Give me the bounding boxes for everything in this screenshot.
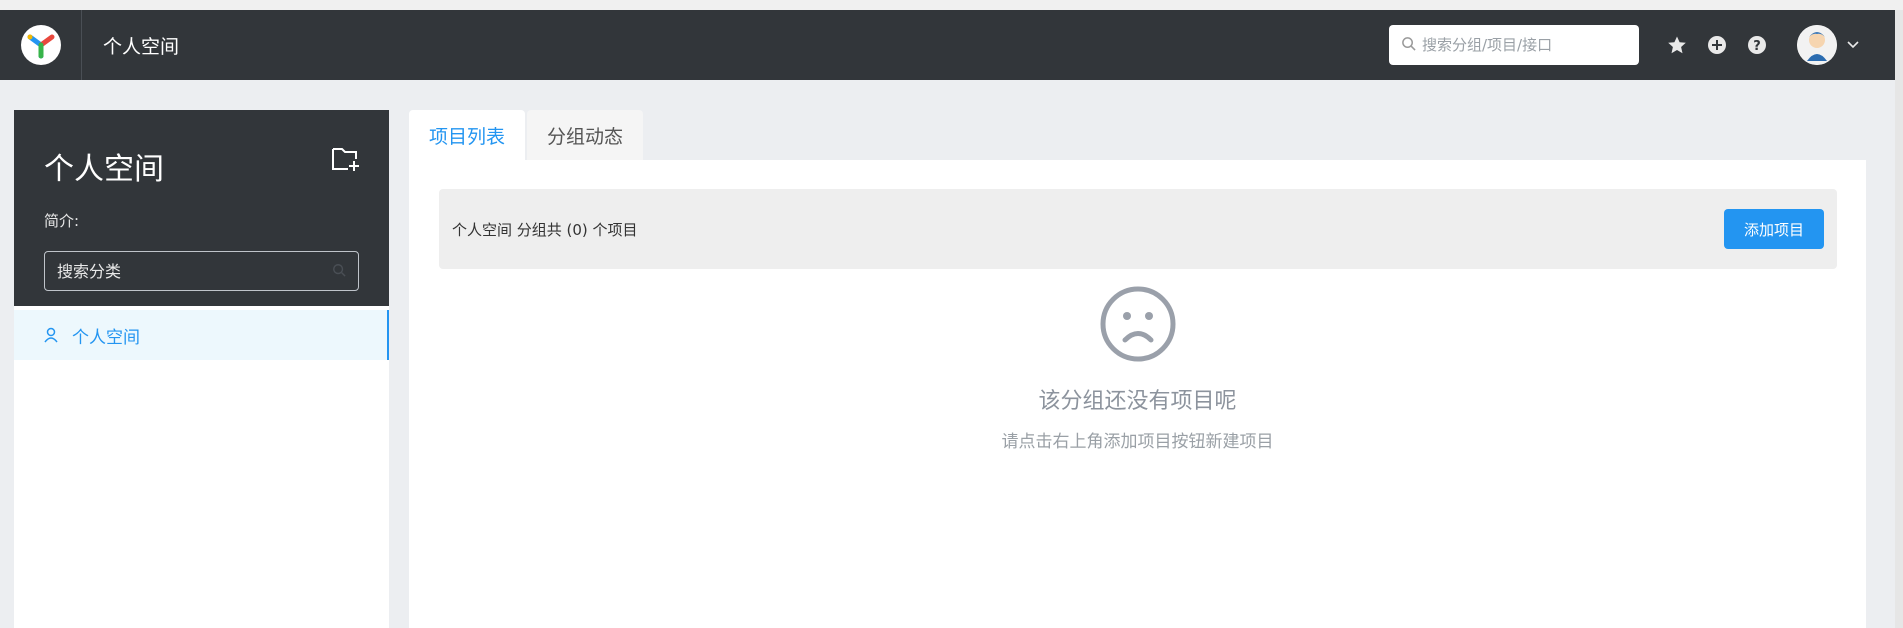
window-scrollbar[interactable] [1895, 10, 1903, 628]
header-title[interactable]: 个人空间 [103, 32, 179, 59]
svg-text:?: ? [1753, 39, 1761, 54]
user-icon [44, 327, 58, 343]
global-search-input[interactable] [1422, 36, 1622, 54]
plus-circle-icon[interactable] [1706, 34, 1728, 56]
sidebar-item-label: 个人空间 [72, 327, 140, 348]
chevron-down-icon[interactable] [1847, 41, 1859, 49]
empty-title: 该分组还没有项目呢 [1038, 389, 1237, 414]
search-icon [1401, 36, 1416, 55]
avatar[interactable] [1797, 25, 1837, 65]
global-search[interactable] [1389, 25, 1639, 65]
star-icon[interactable] [1666, 34, 1688, 56]
category-search-input[interactable] [57, 261, 332, 281]
sidebar-item-personal-space[interactable]: 个人空间 [14, 310, 389, 360]
app-logo [20, 25, 61, 65]
add-folder-icon[interactable] [331, 146, 361, 176]
project-toolbar: 个人空间 分组共 (0) 个项目 添加项目 [439, 189, 1837, 269]
category-search[interactable] [44, 251, 359, 291]
sidebar: 个人空间 简介: 个人空间 [14, 110, 389, 628]
top-navbar: 个人空间 ? [0, 10, 1895, 80]
top-strip [0, 0, 1903, 10]
logo-container[interactable] [0, 10, 82, 80]
question-icon[interactable]: ? [1746, 34, 1768, 56]
tab-group-activity[interactable]: 分组动态 [527, 110, 644, 160]
sad-face-icon [1099, 285, 1177, 367]
main-content: 个人空间 分组共 (0) 个项目 添加项目 该分组还没有项目呢 请点击右上角添加… [409, 160, 1866, 628]
group-title: 个人空间 [44, 152, 164, 187]
add-project-button[interactable]: 添加项目 [1723, 209, 1824, 249]
tab-project-list[interactable]: 项目列表 [409, 110, 526, 160]
search-icon [332, 262, 346, 281]
group-intro-label: 简介: [44, 212, 80, 230]
empty-state: 该分组还没有项目呢 请点击右上角添加项目按钮新建项目 [409, 285, 1866, 452]
tab-bar: 项目列表 分组动态 [409, 110, 645, 160]
empty-description: 请点击右上角添加项目按钮新建项目 [1001, 432, 1274, 452]
project-count-summary: 个人空间 分组共 (0) 个项目 [452, 220, 638, 239]
sidebar-header: 个人空间 简介: [14, 110, 389, 306]
